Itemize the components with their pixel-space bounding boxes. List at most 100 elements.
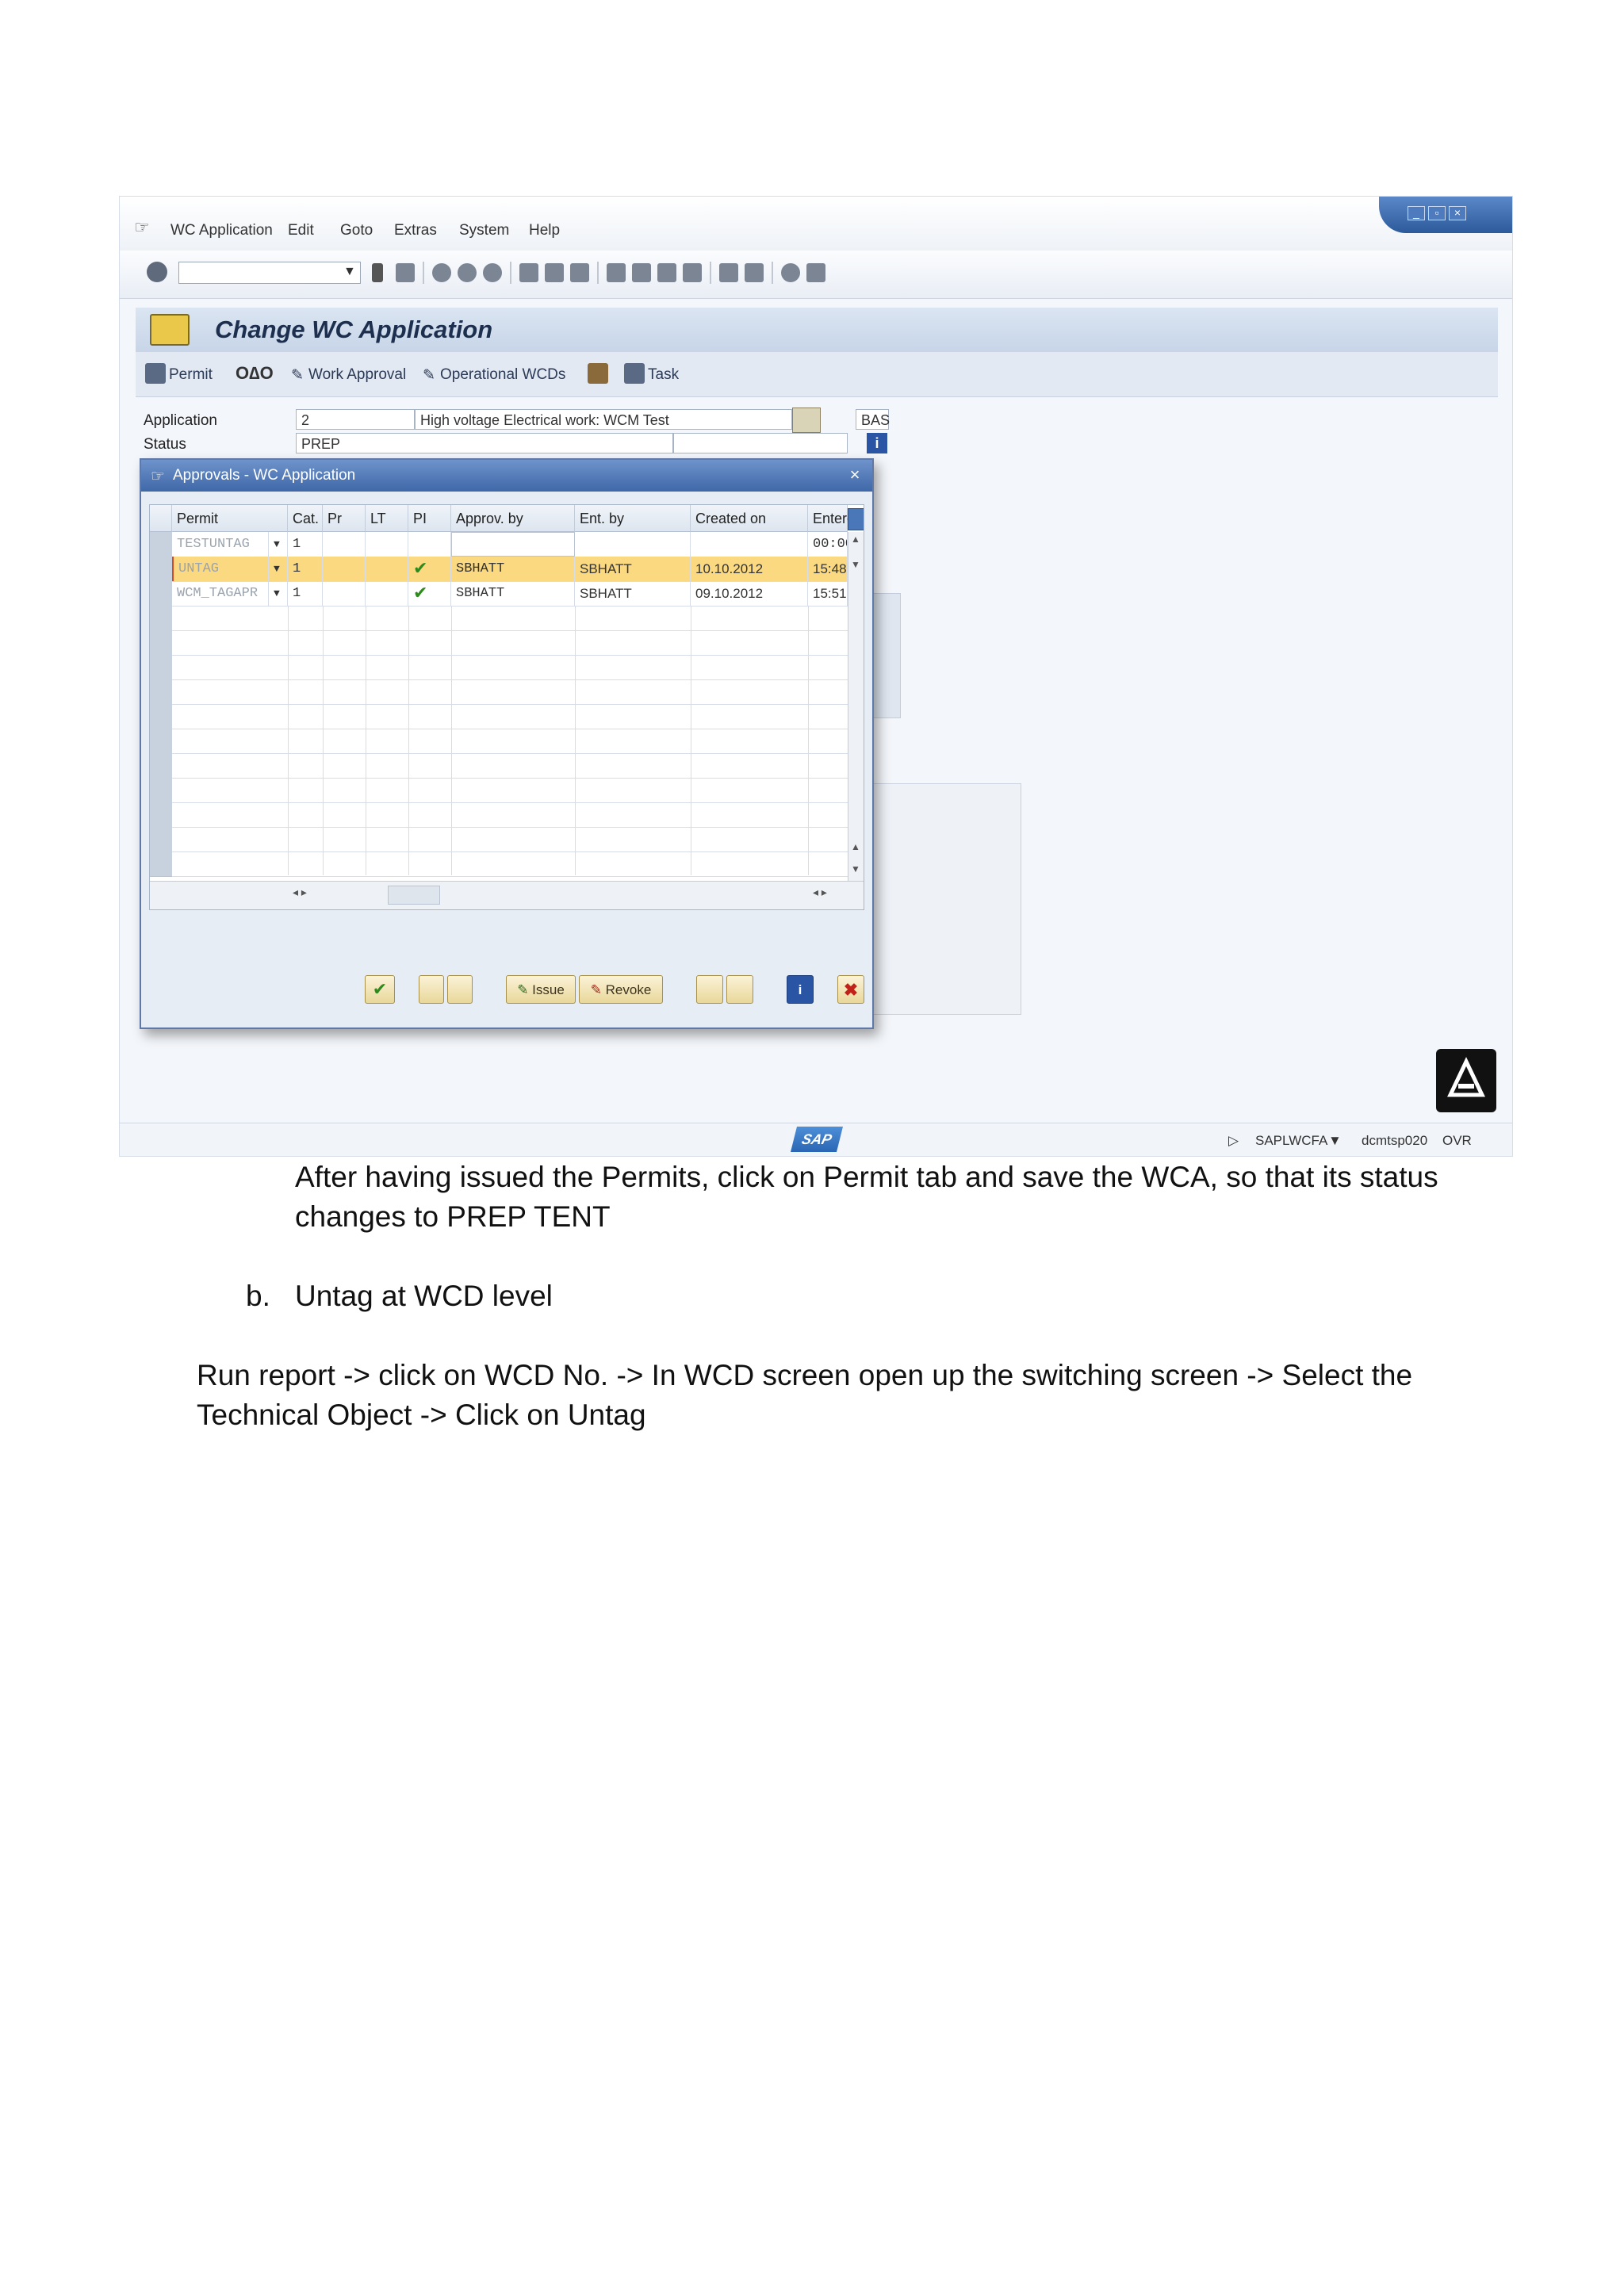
row-selector[interactable] [150,704,172,729]
minimize-icon[interactable]: _ [1408,206,1425,220]
application-description-field[interactable]: High voltage Electrical work: WCM Test [415,409,792,430]
row-selector[interactable] [150,778,172,803]
row-selector[interactable] [150,630,172,656]
revoke-button[interactable]: ✎ Revoke [579,975,663,1004]
column-header-approved-by[interactable]: Approv. by [451,505,575,532]
row-selector[interactable] [150,753,172,779]
info-icon[interactable]: i [867,433,887,453]
scroll-up-icon[interactable]: ▲ [851,841,860,852]
save-icon[interactable] [396,263,415,282]
find-next-icon[interactable] [570,263,589,282]
status-field[interactable]: PREP [296,433,673,453]
command-field[interactable] [178,262,361,284]
info-icon[interactable]: i [787,975,814,1004]
row-selector[interactable] [150,581,172,607]
print-icon[interactable] [519,263,538,282]
program-dropdown-icon[interactable]: ▼ [1328,1133,1342,1149]
row-selector[interactable] [150,557,172,582]
enter-icon[interactable] [147,262,167,282]
deselect-all-icon[interactable] [447,975,473,1004]
table-row[interactable] [150,753,864,779]
cancel-icon[interactable]: ✖ [837,975,864,1004]
table-row[interactable]: TESTUNTAG ▼ 1 00:00: [150,532,864,557]
new-session-icon[interactable] [719,263,738,282]
close-window-icon[interactable]: × [1449,206,1466,220]
row-selector[interactable] [150,851,172,877]
menu-goto[interactable]: Goto [340,222,373,239]
find-icon[interactable] [545,263,564,282]
next-page-icon[interactable] [657,263,676,282]
application-field[interactable]: 2 [296,409,415,430]
help-icon[interactable] [781,263,800,282]
dropdown-icon[interactable]: ▼ [269,581,288,606]
previous-page-icon[interactable] [632,263,651,282]
permit-button[interactable]: Permit [169,366,213,384]
vertical-scrollbar[interactable] [848,532,864,881]
row-selector[interactable] [150,679,172,705]
row-selector[interactable] [150,729,172,754]
status-lights-icon[interactable]: O∆O [236,363,274,384]
first-page-icon[interactable] [607,263,626,282]
scroll-thumb[interactable] [388,886,440,905]
close-icon[interactable]: × [845,465,864,484]
table-row[interactable] [150,778,864,803]
confirm-check-icon[interactable]: ✔ [365,975,395,1004]
table-row[interactable]: WCM_TAGAPR ▼ 1 ✔ SBHATT SBHATT 09.10.201… [150,581,864,607]
menu-system[interactable]: System [459,222,509,239]
issue-button[interactable]: ✎ Issue [506,975,576,1004]
table-row[interactable] [150,851,864,877]
scroll-down-icon[interactable]: ▼ [851,863,860,874]
table-row-selected[interactable]: UNTAG ▼ 1 ✔ SBHATT SBHATT 10.10.2012 15:… [150,557,864,582]
column-header-entered-by[interactable]: Ent. by [575,505,691,532]
approved-by-cell[interactable] [451,532,575,557]
menu-extras[interactable]: Extras [394,222,437,239]
work-approval-button[interactable]: Work Approval [308,366,406,384]
print-preview-icon[interactable] [696,975,723,1004]
table-row[interactable] [150,802,864,828]
scroll-up-icon[interactable]: ▲ [851,534,860,545]
row-selector[interactable] [150,606,172,631]
last-page-icon[interactable] [683,263,702,282]
task-button[interactable]: Task [648,366,679,384]
column-header-select[interactable] [150,505,172,532]
menu-launch-icon[interactable]: ☞ [134,217,150,238]
column-header-lt[interactable]: LT [366,505,408,532]
exit-icon[interactable] [458,263,477,282]
command-dropdown-icon[interactable]: ▼ [343,265,356,279]
table-row[interactable] [150,679,864,705]
row-selector[interactable] [150,802,172,828]
dropdown-icon[interactable]: ▼ [269,532,288,557]
scroll-down-icon[interactable]: ▼ [851,559,860,570]
menu-help[interactable]: Help [529,222,560,239]
column-header-cat[interactable]: Cat. [288,505,323,532]
row-selector[interactable] [150,655,172,680]
column-header-pr[interactable]: Pr [323,505,366,532]
program-name[interactable]: SAPLWCFA [1255,1133,1327,1149]
table-row[interactable] [150,655,864,680]
row-selector[interactable] [150,827,172,852]
menu-edit[interactable]: Edit [288,222,314,239]
scroll-left-right-icon[interactable]: ◂ ▸ [293,886,307,899]
table-row[interactable] [150,827,864,852]
table-row[interactable] [150,630,864,656]
dropdown-icon[interactable]: ▼ [269,557,288,581]
horizontal-scrollbar[interactable] [150,881,864,909]
row-selector[interactable] [150,532,172,557]
bas-field[interactable]: BAS [856,409,890,430]
column-header-created-on[interactable]: Created on [691,505,808,532]
people-icon[interactable] [588,363,608,384]
cancel-icon[interactable] [483,263,502,282]
back-nav-icon[interactable] [432,263,451,282]
column-settings-icon[interactable] [848,508,864,530]
search-icon[interactable] [726,975,753,1004]
maximize-icon[interactable]: ▫ [1428,206,1446,220]
column-header-permit[interactable]: Permit [172,505,288,532]
table-row[interactable] [150,729,864,754]
menu-wc-application[interactable]: WC Application [170,222,273,239]
table-row[interactable] [150,704,864,729]
status-extra-field[interactable] [673,433,848,453]
layout-menu-icon[interactable] [806,263,825,282]
operational-wcds-button[interactable]: Operational WCDs [440,366,565,384]
column-header-entered[interactable]: Entere [808,505,855,532]
scroll-left-right-icon[interactable]: ◂ ▸ [813,886,827,899]
